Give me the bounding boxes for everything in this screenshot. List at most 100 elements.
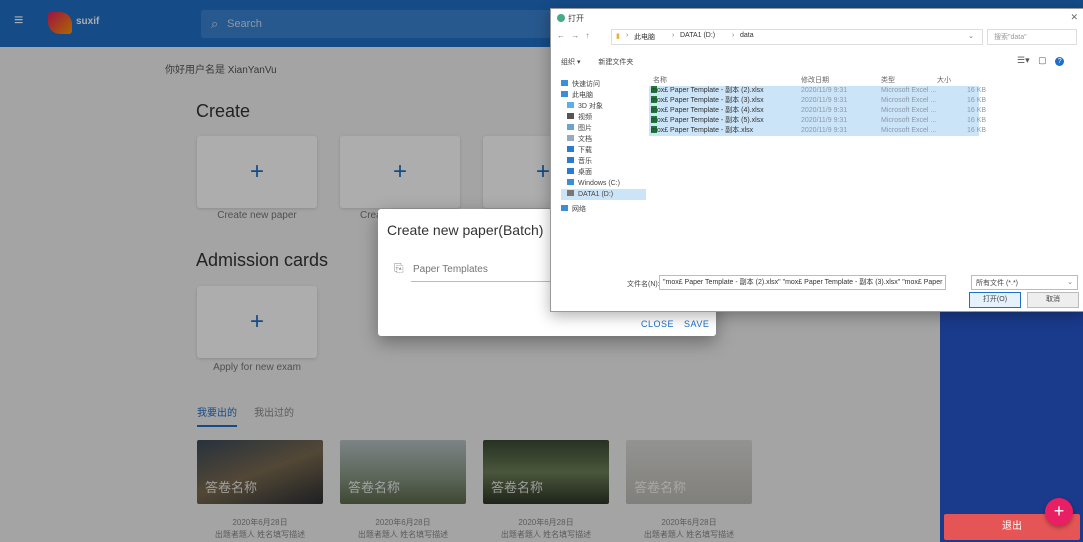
chevron-down-icon[interactable]: ⌄ <box>968 32 974 40</box>
sidebar-label: 3D 对象 <box>578 103 603 110</box>
sidebar-label: 此电脑 <box>572 92 593 99</box>
file-name: mox£ Paper Template - 副本 (3).xlsx <box>651 97 764 104</box>
sidebar-label: 快速访问 <box>572 81 600 88</box>
preview-pane-icon[interactable]: ▢ <box>1038 55 1047 65</box>
file-date: 2020/11/9 9:31 <box>801 97 848 104</box>
file-name: mox£ Paper Template - 副本 (5).xlsx <box>651 117 764 124</box>
chevron-right-icon: › <box>732 32 735 39</box>
file-date: 2020/11/9 9:31 <box>801 107 848 114</box>
sidebar-label: 网络 <box>572 206 586 213</box>
file-row[interactable]: mox£ Paper Template - 副本 (3).xlsx 2020/1… <box>649 96 986 106</box>
paperclip-icon: ⎘ <box>394 261 404 275</box>
file-name: mox£ Paper Template - 副本 (2).xlsx <box>651 87 764 94</box>
file-type: Microsoft Excel ... <box>881 107 937 114</box>
help-icon[interactable]: ? <box>1055 57 1065 66</box>
filename-input[interactable] <box>659 275 946 290</box>
cancel-button[interactable]: 取消 <box>1027 292 1079 308</box>
drive-icon <box>567 190 574 196</box>
file-size: 16 KB <box>967 117 987 124</box>
file-name: mox£ Paper Template - 副本.xlsx <box>651 127 754 134</box>
close-icon[interactable]: ✕ <box>1070 12 1078 23</box>
filetype-select[interactable]: 所有文件 (*.*) ⌄ <box>971 275 1078 290</box>
dialog-title: Create new paper(Batch) <box>387 222 544 238</box>
sidebar-item-documents[interactable]: 文档 <box>561 134 646 145</box>
computer-icon <box>561 91 568 97</box>
sidebar-item-windows-c[interactable]: Windows (C:) <box>561 178 646 189</box>
sidebar-item-data1-d[interactable]: DATA1 (D:) <box>561 189 646 200</box>
file-size: 16 KB <box>967 127 987 134</box>
document-icon <box>567 135 574 141</box>
app-icon <box>557 14 565 22</box>
video-icon <box>567 113 574 119</box>
file-name: mox£ Paper Template - 副本 (4).xlsx <box>651 107 764 114</box>
sidebar-label: 视频 <box>578 114 592 121</box>
chevron-down-icon: ⌄ <box>1067 279 1073 286</box>
file-row[interactable]: mox£ Paper Template - 副本 (2).xlsx 2020/1… <box>649 86 986 96</box>
save-button[interactable]: SAVE <box>684 319 709 329</box>
file-type: Microsoft Excel ... <box>881 127 937 134</box>
file-type: Microsoft Excel ... <box>881 87 937 94</box>
file-open-dialog: 打开 ✕ ← → ↑ ▮ › 此电脑 › DATA1 (D:) › data ⌄… <box>550 8 1083 312</box>
file-date: 2020/11/9 9:31 <box>801 87 848 94</box>
folder-icon: ▮ <box>616 33 620 40</box>
organize-button[interactable]: 组织 ▾ <box>561 59 580 66</box>
sidebar-item-3d-objects[interactable]: 3D 对象 <box>561 101 646 112</box>
sidebar-label: 桌面 <box>578 169 592 176</box>
view-options: ☰▾ ▢ ? <box>1017 55 1065 66</box>
sidebar-item-network[interactable]: 网络 <box>561 204 646 215</box>
sidebar-item-videos[interactable]: 视频 <box>561 112 646 123</box>
file-size: 16 KB <box>967 97 987 104</box>
desktop-icon <box>567 168 574 174</box>
search-box[interactable]: 搜索"data" <box>987 29 1077 45</box>
sidebar-item-this-pc[interactable]: 此电脑 <box>561 90 646 101</box>
column-header-name[interactable]: 名称 <box>653 75 667 86</box>
column-header-type[interactable]: 类型 <box>881 75 895 86</box>
file-date: 2020/11/9 9:31 <box>801 127 848 134</box>
sidebar-item-pictures[interactable]: 图片 <box>561 123 646 134</box>
picture-icon <box>567 124 574 130</box>
file-type: Microsoft Excel ... <box>881 117 937 124</box>
file-dialog-title: 打开 <box>557 13 584 24</box>
sidebar-label: 文档 <box>578 136 592 143</box>
file-size: 16 KB <box>967 87 987 94</box>
address-bar[interactable]: ▮ › 此电脑 › DATA1 (D:) › data ⌄ <box>611 29 983 45</box>
file-list: 名称 修改日期 类型 大小 mox£ Paper Template - 副本 (… <box>649 75 986 136</box>
network-icon <box>561 205 568 211</box>
sidebar-label: 图片 <box>578 125 592 132</box>
breadcrumb-item[interactable]: DATA1 (D:) <box>680 32 715 39</box>
sidebar-item-downloads[interactable]: 下载 <box>561 145 646 156</box>
sidebar-label: 下载 <box>578 147 592 154</box>
breadcrumb-item[interactable]: 此电脑 <box>634 32 655 42</box>
file-list-header: 名称 修改日期 类型 大小 <box>649 75 979 86</box>
filename-field[interactable] <box>660 276 946 287</box>
sidebar-item-quick-access[interactable]: 快速访问 <box>561 79 646 90</box>
file-dialog-title-text: 打开 <box>568 14 584 23</box>
column-header-size[interactable]: 大小 <box>937 75 951 86</box>
sidebar-item-music[interactable]: 音乐 <box>561 156 646 167</box>
file-row[interactable]: mox£ Paper Template - 副本 (5).xlsx 2020/1… <box>649 116 986 126</box>
new-folder-button[interactable]: 新建文件夹 <box>598 59 633 66</box>
download-icon <box>567 146 574 152</box>
filetype-value: 所有文件 (*.*) <box>976 280 1018 287</box>
file-row[interactable]: mox£ Paper Template - 副本 (4).xlsx 2020/1… <box>649 106 986 116</box>
sidebar-label: DATA1 (D:) <box>578 191 614 198</box>
nav-arrows[interactable]: ← → ↑ <box>557 31 591 40</box>
filename-label: 文件名(N): <box>627 281 660 288</box>
file-row[interactable]: mox£ Paper Template - 副本.xlsx 2020/11/9 … <box>649 126 986 136</box>
close-button[interactable]: CLOSE <box>641 319 674 329</box>
file-date: 2020/11/9 9:31 <box>801 117 848 124</box>
breadcrumb-item[interactable]: data <box>740 32 754 39</box>
cube-icon <box>567 102 574 108</box>
file-dialog-toolbar: 组织 ▾ 新建文件夹 <box>561 57 649 67</box>
column-header-date[interactable]: 修改日期 <box>801 75 829 86</box>
chevron-right-icon: › <box>626 32 629 39</box>
file-type: Microsoft Excel ... <box>881 97 937 104</box>
sidebar-label: 音乐 <box>578 158 592 165</box>
search-placeholder: 搜索"data" <box>994 34 1027 41</box>
chevron-right-icon: › <box>672 32 675 39</box>
sidebar-item-desktop[interactable]: 桌面 <box>561 167 646 178</box>
add-fab-button[interactable]: + <box>1045 498 1073 526</box>
music-icon <box>567 157 574 163</box>
open-button[interactable]: 打开(O) <box>969 292 1021 308</box>
view-icon[interactable]: ☰▾ <box>1017 55 1030 65</box>
